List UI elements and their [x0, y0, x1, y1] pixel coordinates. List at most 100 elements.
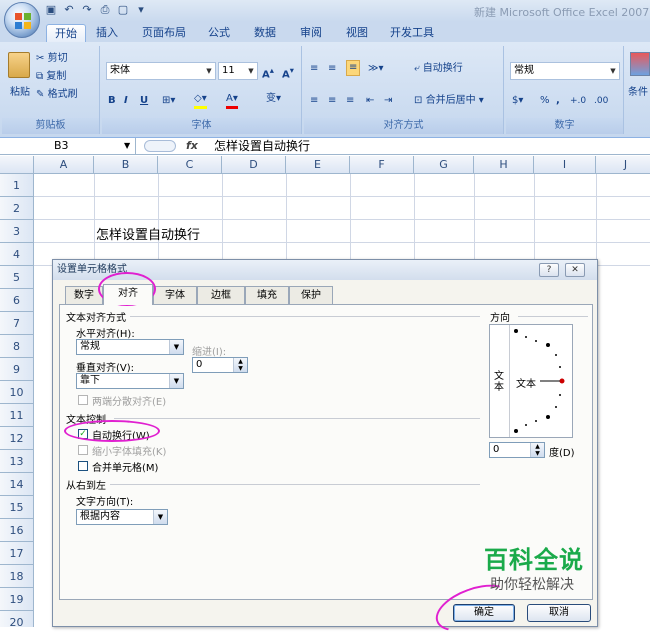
tab-developer[interactable]: 开发工具 — [382, 24, 442, 42]
indent-stepper[interactable]: 0 ▲ ▼ — [192, 357, 248, 373]
increase-decimal-button[interactable]: +.0 — [570, 94, 586, 108]
column-header[interactable]: J — [596, 156, 650, 174]
font-size-combo[interactable]: 11 ▼ — [218, 62, 258, 80]
decrease-indent-button[interactable]: ⇤ — [366, 94, 374, 108]
column-header[interactable]: F — [350, 156, 414, 174]
row-header[interactable]: 1 — [0, 174, 34, 197]
shrink-checkbox[interactable] — [78, 445, 88, 455]
row-header[interactable]: 14 — [0, 473, 34, 496]
tab-view[interactable]: 视图 — [338, 24, 376, 42]
select-all-corner[interactable] — [0, 156, 34, 174]
formula-bar-handle[interactable] — [144, 140, 176, 152]
tab-review[interactable]: 审阅 — [292, 24, 330, 42]
column-header[interactable]: I — [534, 156, 596, 174]
vertical-text-box[interactable]: 文本 — [490, 325, 510, 437]
row-header[interactable]: 12 — [0, 427, 34, 450]
tab-border[interactable]: 边框 — [197, 286, 245, 304]
comma-button[interactable]: , — [556, 94, 560, 108]
increase-indent-button[interactable]: ⇥ — [384, 94, 392, 108]
row-header[interactable]: 7 — [0, 312, 34, 335]
number-format-combo[interactable]: 常规 ▼ — [510, 62, 620, 80]
bold-button[interactable]: B — [108, 94, 116, 108]
tab-alignment[interactable]: 对齐 — [103, 284, 153, 305]
tab-formulas[interactable]: 公式 — [200, 24, 238, 42]
merge-cells-checkbox[interactable] — [78, 461, 88, 471]
cancel-button[interactable]: 取消 — [527, 604, 591, 622]
tab-fill[interactable]: 填充 — [245, 286, 289, 304]
insert-function-button[interactable]: fx — [186, 138, 198, 154]
close-button[interactable]: ✕ — [565, 263, 585, 277]
tab-home[interactable]: 开始 — [46, 24, 86, 42]
border-button[interactable]: ⊞▾ — [162, 94, 175, 108]
row-header[interactable]: 8 — [0, 335, 34, 358]
tab-font[interactable]: 字体 — [153, 286, 197, 304]
row-header[interactable]: 5 — [0, 266, 34, 289]
align-center-button[interactable]: ≡ — [328, 94, 336, 108]
tab-page-layout[interactable]: 页面布局 — [134, 24, 194, 42]
degree-stepper[interactable]: 0 ▲ ▼ — [489, 442, 545, 458]
print-preview-icon[interactable]: ⎙ — [98, 3, 112, 17]
row-header[interactable]: 13 — [0, 450, 34, 473]
office-button[interactable] — [4, 2, 40, 38]
format-painter-button[interactable]: ✎ 格式刷 — [36, 88, 78, 102]
orientation-box[interactable]: 文本 文本 — [489, 324, 573, 438]
column-header[interactable]: D — [222, 156, 286, 174]
font-name-combo[interactable]: 宋体 ▼ — [106, 62, 216, 80]
column-header[interactable]: H — [474, 156, 534, 174]
tab-number[interactable]: 数字 — [65, 286, 103, 304]
currency-button[interactable]: $▾ — [512, 94, 523, 108]
italic-button[interactable]: I — [124, 94, 128, 108]
row-header[interactable]: 18 — [0, 565, 34, 588]
vertical-align-select[interactable]: 靠下 ▼ — [76, 373, 184, 389]
cut-button[interactable]: ✂ 剪切 — [36, 52, 68, 66]
font-color-button[interactable]: A▾ — [226, 92, 238, 109]
align-left-button[interactable]: ≡ — [310, 94, 318, 108]
merge-center-button[interactable]: ⊡ 合并后居中 ▾ — [414, 94, 484, 108]
column-header[interactable]: G — [414, 156, 474, 174]
wrap-text-checkbox[interactable]: ✓ — [78, 429, 88, 439]
paste-icon[interactable] — [8, 52, 30, 78]
row-header[interactable]: 6 — [0, 289, 34, 312]
column-header[interactable]: E — [286, 156, 350, 174]
percent-button[interactable]: % — [540, 94, 550, 108]
formula-content[interactable]: 怎样设置自动换行 — [214, 138, 310, 154]
tab-insert[interactable]: 插入 — [88, 24, 126, 42]
horizontal-align-select[interactable]: 常规 ▼ — [76, 339, 184, 355]
shrink-font-button[interactable]: A▾ — [282, 63, 294, 82]
save-icon[interactable]: ▣ — [44, 3, 58, 17]
row-header[interactable]: 11 — [0, 404, 34, 427]
row-header[interactable]: 19 — [0, 588, 34, 611]
tab-protection[interactable]: 保护 — [289, 286, 333, 304]
grow-font-button[interactable]: A▴ — [262, 63, 274, 82]
tab-data[interactable]: 数据 — [246, 24, 284, 42]
wrap-text-button[interactable]: ⤶ 自动换行 — [414, 62, 463, 76]
ok-button[interactable]: 确定 — [453, 604, 515, 622]
align-middle-button[interactable]: ≡ — [328, 62, 336, 76]
underline-button[interactable]: U — [140, 94, 148, 108]
conditional-format-icon[interactable] — [630, 52, 650, 76]
decrease-decimal-button[interactable]: .00 — [594, 94, 608, 108]
align-bottom-button[interactable]: ≡ — [346, 60, 361, 76]
column-header[interactable]: C — [158, 156, 222, 174]
redo-icon[interactable]: ↷ — [80, 3, 94, 17]
row-header[interactable]: 10 — [0, 381, 34, 404]
row-header[interactable]: 16 — [0, 519, 34, 542]
copy-button[interactable]: ⧉ 复制 — [36, 70, 66, 84]
row-header[interactable]: 3 — [0, 220, 34, 243]
align-right-button[interactable]: ≡ — [346, 94, 354, 108]
help-button[interactable]: ? — [539, 263, 559, 277]
row-header[interactable]: 9 — [0, 358, 34, 381]
cell-b3[interactable]: 怎样设置自动换行 — [96, 224, 200, 243]
row-header[interactable]: 17 — [0, 542, 34, 565]
row-header[interactable]: 4 — [0, 243, 34, 266]
new-file-icon[interactable]: ▢ — [116, 3, 130, 17]
row-header[interactable]: 15 — [0, 496, 34, 519]
text-direction-select[interactable]: 根据内容 ▼ — [76, 509, 168, 525]
paste-button[interactable]: 粘贴 — [10, 86, 30, 100]
chevron-down-icon[interactable]: ▼ — [124, 138, 130, 154]
name-box[interactable]: B3 ▼ — [0, 138, 136, 154]
conditional-format-label[interactable]: 条件 — [628, 86, 648, 100]
row-header[interactable]: 2 — [0, 197, 34, 220]
orientation-button[interactable]: ≫▾ — [368, 62, 384, 76]
column-header[interactable]: A — [34, 156, 94, 174]
